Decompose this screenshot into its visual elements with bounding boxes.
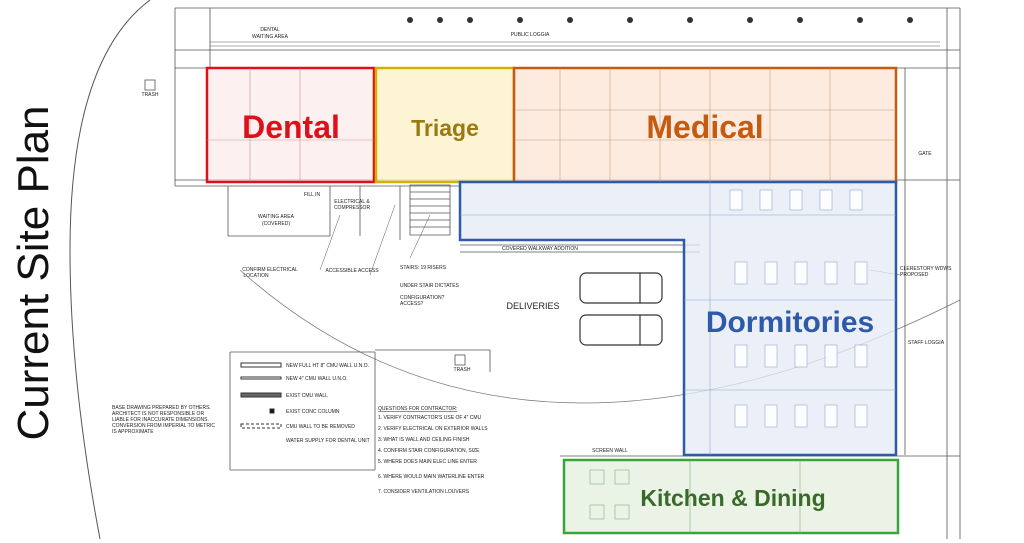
label-dental-waiting: DENTAL bbox=[260, 27, 280, 33]
label-waiting-covered-2: (COVERED) bbox=[262, 221, 290, 227]
site-plan-diagram: Dental Triage Medical Dormitories Kitche… bbox=[0, 0, 1024, 539]
legend-item-5: CMU WALL TO BE REMOVED bbox=[286, 424, 355, 430]
label-fill-in: FILL IN bbox=[304, 192, 321, 198]
question-item: 5. WHERE DOES MAIN ELEC LINE ENTER bbox=[378, 459, 477, 465]
label-trash-top: TRASH bbox=[142, 92, 159, 98]
question-item: 7. CONSIDER VENTILATION LOUVERS bbox=[378, 489, 470, 495]
base-drawing-notes: BASE DRAWING PREPARED BY OTHERS. ARCHITE… bbox=[112, 405, 215, 435]
contractor-questions: QUESTIONS FOR CONTRACTOR: 1. VERIFY CONT… bbox=[378, 406, 488, 495]
delivery-truck-icon bbox=[579, 272, 663, 346]
zone-label-kitchen-dining: Kitchen & Dining bbox=[640, 485, 825, 511]
base-note-line: IS APPROXIMATE bbox=[112, 429, 154, 435]
label-confirm-electrical-2: LOCATION bbox=[243, 273, 269, 279]
legend-item-1: NEW FULL HT 8" CMU WALL U.N.O. bbox=[286, 363, 369, 369]
label-waiting-covered: WAITING AREA bbox=[258, 214, 295, 220]
label-clerestory-2: PROPOSED bbox=[900, 272, 929, 278]
label-staff-loggia: STAFF LOGGIA bbox=[908, 340, 945, 346]
question-item: 1. VERIFY CONTRACTOR'S USE OF 4" CMU bbox=[378, 415, 482, 421]
label-public-loggia: PUBLIC LOGGIA bbox=[511, 32, 550, 38]
legend-item-4: EXIST CONC COLUMN bbox=[286, 409, 340, 415]
label-stairs-4: ACCESS? bbox=[400, 301, 424, 307]
label-accessible-access: ACCESSIBLE ACCESS bbox=[325, 268, 379, 274]
question-item: 4. CONFIRM STAIR CONFIGURATION, SIZE bbox=[378, 448, 480, 454]
legend: NEW FULL HT 8" CMU WALL U.N.O. NEW 4" CM… bbox=[240, 362, 370, 444]
legend-item-3: EXIST CMU WALL bbox=[286, 393, 328, 399]
label-gate: GATE bbox=[918, 151, 932, 157]
legend-item-2: NEW 4" CMU WALL U.N.O. bbox=[286, 376, 348, 382]
question-item: 2. VERIFY ELECTRICAL ON EXTERIOR WALLS bbox=[378, 426, 488, 432]
label-stairs-2: UNDER STAIR DICTATES bbox=[400, 283, 460, 289]
floor-plan-drawing: Dental Triage Medical Dormitories Kitche… bbox=[69, 0, 961, 539]
label-trash-mid: TRASH bbox=[454, 367, 471, 373]
label-dental-waiting-2: WAITING AREA bbox=[252, 34, 289, 40]
label-screen-wall: SCREEN WALL bbox=[592, 448, 628, 454]
page-title: Current Site Plan bbox=[9, 105, 58, 441]
legend-item-6: WATER SUPPLY FOR DENTAL UNIT bbox=[286, 438, 370, 444]
zone-label-medical: Medical bbox=[646, 109, 763, 145]
question-item: 3. WHAT IS WALL AND CEILING FINISH bbox=[378, 437, 470, 443]
label-stairs: STAIRS: 19 RISERS bbox=[400, 265, 447, 271]
label-covered-walkway: COVERED WALKWAY ADDITION bbox=[502, 246, 578, 252]
label-deliveries: DELIVERIES bbox=[506, 301, 559, 311]
zone-label-dormitories: Dormitories bbox=[706, 306, 874, 339]
label-electrical-2: COMPRESSOR bbox=[334, 205, 371, 211]
zone-label-triage: Triage bbox=[411, 115, 479, 141]
zone-label-dental: Dental bbox=[242, 109, 340, 145]
question-item: 6. WHERE WOULD MAIN WATERLINE ENTER bbox=[378, 474, 485, 480]
questions-title: QUESTIONS FOR CONTRACTOR: bbox=[378, 406, 457, 412]
